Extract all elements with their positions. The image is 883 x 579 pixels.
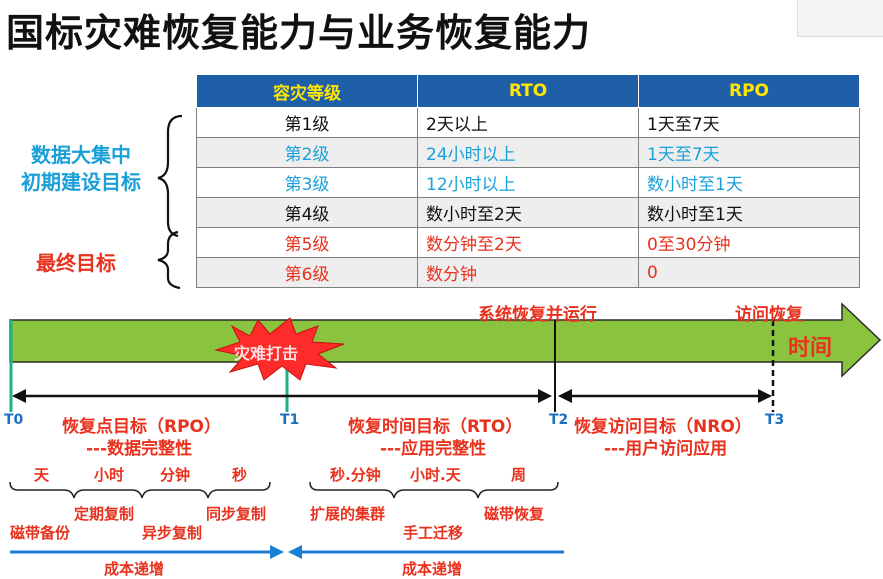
table-row: 第6级 数分钟 0 (196, 257, 860, 288)
dr-levels-table: 容灾等级 RTO RPO 第1级 2天以上 1天至7天 第2级 24小时以上 1天至7天第… (196, 74, 860, 288)
cell-level: 第6级 (196, 257, 418, 288)
t0-label: T0 (4, 412, 24, 428)
method-periodic-copy: 定期复制 (74, 505, 135, 523)
rto-arrow-right (538, 389, 552, 403)
t1-label: T1 (280, 412, 300, 428)
table-row: 第2级 24小时以上 1天至7天 (196, 137, 860, 168)
scale-unit-day: 天 (34, 466, 50, 484)
final-goal-label: 最终目标 (36, 251, 116, 275)
method-async-copy: 异步复制 (142, 524, 203, 542)
cell-level: 第5级 (196, 227, 418, 258)
cell-level: 第3级 (196, 167, 418, 198)
initial-goal-label: 数据大集中 初期建设目标 (6, 142, 156, 196)
table-row: 第4级 数小时至2天 数小时至1天 (196, 197, 860, 228)
time-label: 时间 (788, 336, 833, 361)
t3-label: T3 (765, 412, 785, 428)
cell-rpo: 1天至7天 (638, 107, 860, 138)
scale-unit-sec-min: 秒.分钟 (330, 466, 381, 484)
method-tape-restore: 磁带恢复 (484, 505, 545, 523)
cell-level: 第1级 (196, 107, 418, 138)
cell-rpo: 1天至7天 (638, 137, 860, 168)
cell-rto: 12小时以上 (417, 167, 639, 198)
cell-rpo: 0 (638, 257, 860, 288)
braces (157, 114, 183, 290)
brace-initial (157, 114, 183, 238)
method-manual-migration: 手工迁移 (403, 524, 464, 542)
cell-level: 第4级 (196, 197, 418, 228)
cell-rpo: 数小时至1天 (638, 197, 860, 228)
nro-arrow-left (558, 389, 572, 403)
rto-arrow-left (12, 389, 26, 403)
page-title: 国标灾难恢复能力与业务恢复能力 (6, 11, 592, 55)
scale-unit-week: 周 (511, 466, 527, 484)
table-header-row: 容灾等级 RTO RPO (196, 74, 860, 108)
cell-level: 第2级 (196, 137, 418, 168)
initial-goal-line2: 初期建设目标 (21, 170, 141, 194)
cell-rto: 数分钟至2天 (417, 227, 639, 258)
corner-tab (797, 0, 883, 37)
rpo-subtitle: ---数据完整性 (86, 439, 193, 459)
cost-increase-left: 成本递增 (104, 560, 165, 578)
system-recovery-label: 系统恢复并运行 (478, 305, 597, 325)
rto-subtitle: ---应用完整性 (380, 439, 487, 459)
t2-label: T2 (549, 412, 569, 428)
disaster-label: 灾难打击 (234, 344, 299, 363)
cell-rto: 2天以上 (417, 107, 639, 138)
cost-arrow-right (288, 545, 302, 559)
cost-increase-right: 成本递增 (402, 560, 463, 578)
cell-rpo: 0至30分钟 (638, 227, 860, 258)
scale-unit-second: 秒 (232, 466, 248, 484)
nro-arrow-right (758, 389, 772, 403)
header-rto: RTO (417, 74, 639, 108)
cell-rto: 24小时以上 (417, 137, 639, 168)
scale-unit-hour-day: 小时.天 (410, 466, 461, 484)
scale-unit-hour: 小时 (94, 466, 125, 484)
header-level: 容灾等级 (196, 74, 418, 108)
access-recovery-label: 访问恢复 (735, 305, 803, 325)
method-tape-backup: 磁带备份 (10, 524, 71, 542)
scale-unit-minute: 分钟 (160, 466, 191, 484)
cell-rpo: 数小时至1天 (638, 167, 860, 198)
table-row: 第1级 2天以上 1天至7天 (196, 107, 860, 138)
cost-arrow-left (270, 545, 284, 559)
method-sync-copy: 同步复制 (206, 505, 267, 523)
table-row: 第5级 数分钟至2天 0至30分钟 (196, 227, 860, 258)
method-extended-cluster: 扩展的集群 (310, 505, 386, 523)
cell-rto: 数小时至2天 (417, 197, 639, 228)
brace-final (157, 230, 181, 290)
cell-rto: 数分钟 (417, 257, 639, 288)
header-rpo: RPO (638, 74, 860, 108)
initial-goal-line1: 数据大集中 (31, 143, 131, 167)
nro-subtitle: ---用户访问应用 (604, 439, 728, 459)
table-row: 第3级 12小时以上 数小时至1天 (196, 167, 860, 198)
